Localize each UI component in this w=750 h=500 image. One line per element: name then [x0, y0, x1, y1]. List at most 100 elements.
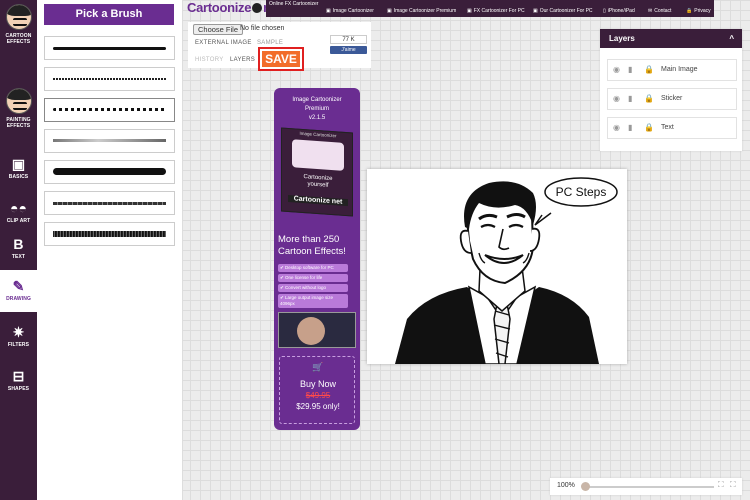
tool-label: BASICS: [8, 174, 29, 180]
shapes-icon: ⊟: [12, 368, 25, 384]
image-icon: ▣: [387, 8, 392, 14]
layers-tab[interactable]: LAYERS: [230, 57, 255, 63]
eye-icon[interactable]: ◉: [613, 94, 620, 103]
brush-stroke: [53, 168, 166, 175]
layer-row-sticker[interactable]: ◉ ▮ 🔒 Sticker: [607, 88, 737, 110]
logo-text: Cartoonize: [187, 0, 252, 15]
brush-rough[interactable]: [44, 222, 175, 246]
nav-image-cartoonizer[interactable]: ▣ Image Cartoonizer: [326, 8, 374, 14]
fb-like-button[interactable]: J'aime: [330, 46, 367, 54]
eyes-icon: ◓◓: [9, 200, 28, 216]
save-button[interactable]: SAVE: [262, 51, 300, 67]
brush-stroke: [53, 108, 166, 111]
sample-tab[interactable]: SAMPLE: [257, 40, 283, 46]
tool-label: SHAPES: [7, 386, 30, 392]
trash-icon[interactable]: ▮: [628, 65, 632, 74]
tool-text[interactable]: B TEXT: [0, 232, 37, 266]
brush-panel: Pick a Brush: [37, 0, 183, 500]
lock-icon[interactable]: 🔒: [644, 123, 654, 132]
brush-stroke: [53, 139, 166, 142]
tool-filters[interactable]: ✷ FILTERS: [0, 318, 37, 352]
eye-icon[interactable]: ◉: [613, 123, 620, 132]
file-controls: Choose File No file chosen EXTERNAL IMAG…: [188, 22, 371, 71]
trash-icon[interactable]: ▮: [628, 94, 632, 103]
nav-label: FX Cartoonizer For PC: [473, 8, 525, 14]
nav-title[interactable]: Online FX Cartoonizer: [269, 1, 318, 7]
nav-iphone-ipad[interactable]: ▯ iPhone/iPad: [603, 8, 635, 14]
layer-name: Main Image: [661, 66, 698, 73]
editor-canvas[interactable]: PC Steps: [367, 169, 627, 365]
tool-shapes[interactable]: ⊟ SHAPES: [0, 362, 37, 396]
ad-feature: ✔ One license for life: [278, 274, 348, 282]
filter-icon: ✷: [12, 324, 25, 340]
no-file-text: No file chosen: [240, 25, 285, 32]
zoom-slider[interactable]: [584, 486, 714, 488]
nav-privacy[interactable]: 🔒 Privacy: [686, 8, 711, 14]
zoom-bar: 100% ⛶ ⛶: [550, 478, 742, 495]
trash-icon[interactable]: ▮: [628, 123, 632, 132]
brush-stroke: [53, 78, 166, 80]
nav-label: Image Cartoonizer Premium: [393, 8, 457, 14]
lock-icon: 🔒: [686, 8, 693, 14]
ad-screenshot: [278, 312, 356, 348]
tool-painting-effects[interactable]: PAINTING EFFECTS: [0, 88, 37, 136]
ad-feature-text: One license for life: [285, 275, 323, 280]
choose-file-button[interactable]: Choose File: [193, 24, 244, 35]
nav-image-cartoonizer-premium[interactable]: ▣ Image Cartoonizer Premium: [387, 8, 456, 14]
painting-face-icon: [5, 88, 32, 114]
lock-icon[interactable]: 🔒: [644, 94, 654, 103]
ad-title-line2: Premium: [304, 106, 329, 112]
speech-text: PC Steps: [556, 185, 607, 199]
layers-title: Layers: [609, 34, 635, 43]
logo-face-icon: [252, 3, 263, 13]
eye-icon[interactable]: ◉: [613, 65, 620, 74]
letter-b-icon: B: [13, 236, 24, 252]
software-box-image: Image Cartoonizer Cartoonize yourself Ca…: [281, 127, 353, 217]
tool-basics[interactable]: ▣ BASICS: [0, 150, 37, 184]
box-logo: Cartoonize net: [288, 194, 348, 207]
box-text: Cartoonize yourself: [286, 173, 350, 191]
tool-label: PAINTING EFFECTS: [6, 117, 31, 129]
fb-like-count: 77 K: [330, 35, 367, 44]
layer-row-main-image[interactable]: ◉ ▮ 🔒 Main Image: [607, 59, 737, 81]
tool-label: DRAWING: [6, 296, 31, 302]
ad-feature-text: Desktop software for PC: [285, 265, 334, 270]
collapse-toggle-icon[interactable]: ^: [729, 29, 734, 48]
tool-cartoon-effects[interactable]: CARTOON EFFECTS: [0, 4, 37, 48]
layer-row-text[interactable]: ◉ ▮ 🔒 Text: [607, 117, 737, 139]
nav-fx-cartoonizer-pc[interactable]: ▣ FX Cartoonizer For PC: [467, 8, 525, 14]
lock-icon[interactable]: 🔒: [644, 65, 654, 74]
history-tab[interactable]: HISTORY: [195, 57, 224, 63]
fullscreen-icon[interactable]: ⛶: [730, 480, 736, 490]
ad-box-title: Image Cartoonizer: [299, 130, 337, 139]
nav-contact[interactable]: ✉ Contact: [648, 8, 671, 14]
brush-chain[interactable]: [44, 191, 175, 215]
new-price: $29.95 only!: [296, 402, 340, 411]
brush-thick[interactable]: [44, 160, 175, 184]
old-price: $49.95: [305, 391, 331, 400]
ad-feature-text: Large output image size 4096px: [280, 295, 334, 306]
layers-header[interactable]: Layers ^: [600, 29, 742, 48]
fit-screen-icon[interactable]: ⛶: [718, 480, 724, 490]
premium-ad[interactable]: Image Cartoonizer Premium v2.1.5 Image C…: [274, 88, 360, 430]
zoom-slider-handle[interactable]: [581, 482, 590, 491]
brush-dots[interactable]: [44, 98, 175, 122]
tool-clip-art[interactable]: ◓◓ CLIP ART: [0, 194, 37, 224]
layer-name: Text: [661, 124, 674, 131]
brush-stroke: [53, 202, 166, 205]
nav-our-cartoonizer-pc[interactable]: ▣ Our Cartoonizer For PC: [533, 8, 593, 14]
buy-box[interactable]: 🛒 Buy Now $49.95 $29.95 only!: [279, 356, 355, 424]
cartoon-image: PC Steps: [395, 177, 618, 365]
image-icon: ▣: [326, 8, 331, 14]
brush-dotted[interactable]: [44, 67, 175, 91]
layers-panel: Layers ^ ◉ ▮ 🔒 Main Image ◉ ▮ 🔒 Sticker …: [600, 29, 742, 151]
tool-drawing[interactable]: ✎ DRAWING: [0, 270, 37, 312]
buy-now-button[interactable]: Buy Now: [280, 379, 356, 389]
brush-faded[interactable]: [44, 129, 175, 153]
external-image-tab[interactable]: EXTERNAL IMAGE: [195, 40, 252, 46]
cart-icon: 🛒: [312, 362, 324, 372]
ad-feature: ✔ Convert without logo: [278, 284, 348, 292]
layer-name: Sticker: [661, 95, 683, 102]
ad-title-line1: Image Cartoonizer: [292, 97, 342, 103]
brush-solid[interactable]: [44, 36, 175, 60]
